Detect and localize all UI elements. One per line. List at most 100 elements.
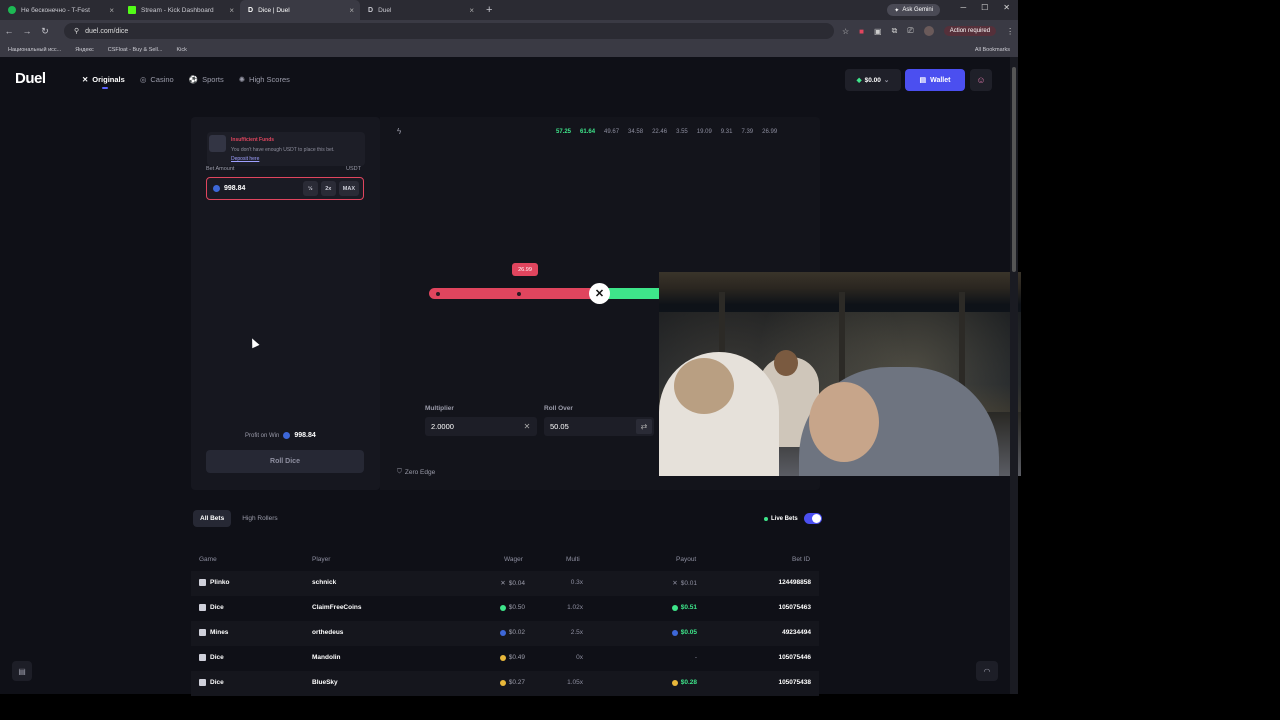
gold-coin-icon (499, 654, 506, 661)
site-info-icon[interactable]: ⚲ (74, 27, 79, 35)
table-row[interactable]: Dice Mandolin $0.49 0x - 105075446 (191, 646, 819, 671)
live-bets-toggle[interactable]: Live Bets (764, 513, 822, 524)
row-game: Dice (199, 604, 224, 611)
nav-label: Casino (150, 75, 174, 84)
game-name: Dice (210, 679, 224, 686)
shield-icon: ⛉ (397, 468, 402, 475)
close-icon[interactable]: × (349, 6, 354, 15)
new-tab-button[interactable]: + (480, 4, 498, 16)
cross-coin-icon: ✕ (672, 580, 678, 587)
reload-icon[interactable]: ↻ (36, 26, 54, 37)
browser-tab[interactable]: Не бесконечно - T-Fest × (0, 0, 120, 20)
maximize-icon[interactable]: ☐ (981, 3, 988, 12)
bet-amount-input[interactable]: 998.84 ½ 2x MAX (206, 177, 364, 200)
close-icon[interactable]: × (469, 6, 474, 15)
roll-dice-button[interactable]: Roll Dice (206, 450, 364, 473)
browser-tab-active[interactable]: D Dice | Duel × (240, 0, 360, 20)
swap-icon[interactable]: ⇄ (636, 419, 652, 434)
nav-high-scores[interactable]: ✺ High Scores (239, 75, 290, 84)
browser-tab[interactable]: Stream - Kick Dashboard × (120, 0, 240, 20)
page-scrollbar[interactable] (1010, 57, 1018, 694)
table-row[interactable]: Mines orthedeus $0.02 2.5x $0.05 4923449… (191, 621, 819, 646)
half-bet-button[interactable]: ½ (302, 181, 318, 196)
support-button[interactable]: ◠ (976, 661, 998, 681)
balance-dropdown[interactable]: ◆ $0.00 ⌄ (845, 69, 901, 91)
row-bet-id[interactable]: 124498858 (761, 579, 811, 586)
wallet-button[interactable]: ▤ Wallet (905, 69, 965, 91)
nav-casino[interactable]: ◎ Casino (140, 75, 174, 84)
row-wager: $0.02 (491, 629, 525, 636)
action-required-button[interactable]: Action required (943, 26, 997, 36)
row-payout: $0.28 (659, 679, 697, 686)
zero-edge[interactable]: ⛉ Zero Edge (397, 468, 435, 476)
row-bet-id[interactable]: 105075446 (761, 654, 811, 661)
row-game: Dice (199, 679, 224, 686)
profile-avatar[interactable] (923, 26, 934, 36)
nav-originals[interactable]: ✕ Originals (82, 75, 125, 89)
table-row[interactable]: Dice ClaimFreeCoins $0.50 1.02x $0.51 10… (191, 596, 819, 621)
slider-handle[interactable]: ✕ (589, 283, 610, 304)
user-avatar-icon: ☺ (976, 75, 986, 85)
instant-bet-icon[interactable]: ϟ (397, 127, 401, 136)
table-row[interactable]: Plinko schnick ✕ $0.04 0.3x ✕ $0.01 124498… (191, 571, 819, 596)
row-player[interactable]: orthedeus (312, 629, 343, 636)
extension-icon[interactable]: ■ (859, 27, 864, 36)
profile-button[interactable]: ☺ (970, 69, 992, 91)
close-window-icon[interactable]: ✕ (1003, 3, 1010, 12)
roll-over-input[interactable]: 50.05 ⇄ (544, 417, 654, 436)
history-item: 57.25 (556, 129, 572, 135)
roll-history: 57.25 61.64 49.67 34.58 22.46 3.55 19.09… (556, 129, 777, 135)
extensions-icon[interactable]: ⧉ (892, 26, 898, 36)
row-game: Mines (199, 629, 228, 636)
table-row[interactable]: Dice BlueSky $0.27 1.05x $0.28 105075438 (191, 671, 819, 696)
back-icon[interactable]: ← (0, 26, 18, 36)
bookmark-star-icon[interactable]: ☆ (842, 27, 849, 36)
page: Не бесконечно - T-Fest × Stream - Kick D… (0, 0, 1280, 720)
row-bet-id[interactable]: 49234494 (761, 629, 811, 636)
multiplier-input[interactable]: 2.0000 ✕ (425, 417, 537, 436)
ask-gemini-button[interactable]: ✦ Ask Gemini (887, 4, 940, 16)
row-player[interactable]: schnick (312, 579, 336, 586)
row-bet-id[interactable]: 105075438 (761, 679, 811, 686)
toggle-switch[interactable] (803, 513, 822, 524)
all-bookmarks[interactable]: All Bookmarks (975, 47, 1010, 53)
sports-icon: ⚽ (188, 75, 199, 84)
payout-value: $0.51 (680, 604, 697, 611)
menu-icon[interactable]: ⋮ (1006, 27, 1014, 36)
bets-tabs: All Bets High Rollers (193, 510, 285, 527)
nav-sports[interactable]: ⚽ Sports (189, 75, 224, 84)
close-icon[interactable]: × (229, 6, 234, 15)
forward-icon[interactable]: → (18, 26, 36, 36)
dice-icon (199, 604, 206, 611)
tab-high-rollers[interactable]: High Rollers (235, 510, 284, 527)
roll-over-value: 50.05 (550, 422, 569, 431)
gem-icon (499, 604, 506, 611)
row-bet-id[interactable]: 105075463 (761, 604, 811, 611)
translate-icon[interactable]: ▣ (874, 27, 882, 36)
deposit-link[interactable]: Deposit here (231, 156, 259, 162)
bookmark-item[interactable]: Яндекс (75, 47, 94, 53)
bookmark-item[interactable]: Национальный исс... (8, 47, 61, 53)
minimize-icon[interactable]: ─ (960, 3, 966, 12)
scrollbar-thumb[interactable] (1012, 67, 1016, 272)
max-bet-button[interactable]: MAX (338, 181, 359, 196)
chat-button[interactable]: ▤ (12, 661, 32, 681)
bookmark-item[interactable]: Kick (176, 47, 186, 53)
site-logo[interactable]: Duel (15, 70, 46, 87)
url-text: duel.com/dice (85, 27, 129, 35)
url-field[interactable]: ⚲ duel.com/dice (64, 23, 834, 39)
row-player[interactable]: ClaimFreeCoins (312, 604, 362, 611)
row-player[interactable]: Mandolin (312, 654, 341, 661)
person-head (774, 350, 798, 376)
gold-coin-icon (671, 679, 678, 686)
cast-icon[interactable]: ⎚ (907, 26, 913, 36)
close-icon[interactable]: ✕ (519, 419, 535, 434)
browser-tab[interactable]: D Duel × (360, 0, 480, 20)
tab-all-bets[interactable]: All Bets (193, 510, 232, 527)
close-icon[interactable]: × (109, 6, 114, 15)
cross-coin-icon: ✕ (500, 580, 506, 587)
casino-icon: ◎ (139, 75, 147, 84)
double-bet-button[interactable]: 2x (320, 181, 336, 196)
row-player[interactable]: BlueSky (312, 679, 338, 686)
bookmark-item[interactable]: CSFloat - Buy & Sell... (108, 47, 163, 53)
